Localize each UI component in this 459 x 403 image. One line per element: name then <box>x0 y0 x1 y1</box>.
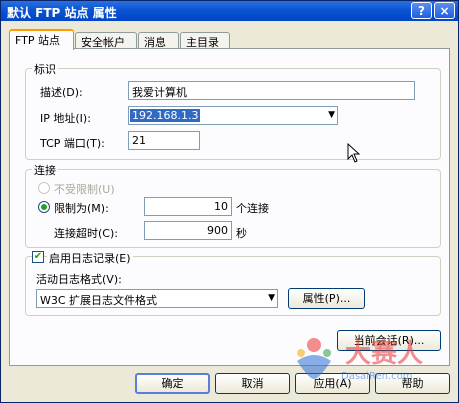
log-format-select[interactable]: W3C 扩展日志文件格式 ▼ <box>36 289 278 308</box>
tab-home-directory[interactable]: 主目录 <box>180 32 230 49</box>
tab-security-accounts[interactable]: 安全帐户 <box>75 32 137 49</box>
ip-address-select[interactable]: 192.168.1.3 ▼ <box>128 106 338 125</box>
timeout-field[interactable]: 900 <box>144 221 232 240</box>
close-button[interactable]: × <box>434 2 455 19</box>
watermark: 大赛人 DasaiRen.com <box>289 331 459 401</box>
unlimited-radio[interactable] <box>38 182 50 194</box>
properties-dialog: 默认 FTP 站点 属性 ? × FTP 站点 安全帐户 消息 主目录 标识 描… <box>0 0 459 403</box>
timeout-unit: 秒 <box>236 227 247 240</box>
watermark-logo-icon <box>297 338 331 379</box>
log-format-label: 活动日志格式(V): <box>36 273 122 286</box>
radio-selected-dot <box>41 204 47 210</box>
tcp-port-field[interactable]: 21 <box>128 131 200 150</box>
cancel-button[interactable]: 取消 <box>215 373 290 394</box>
tcp-port-label: TCP 端口(T): <box>40 137 105 150</box>
help-title-button[interactable]: ? <box>411 2 432 19</box>
description-label: 描述(D): <box>40 86 83 99</box>
description-field[interactable]: 我爱计算机 <box>128 81 415 100</box>
dropdown-arrow-icon: ▼ <box>268 293 275 303</box>
enable-logging-checkbox[interactable]: ✔ <box>32 251 44 263</box>
connections-group-title: 连接 <box>32 162 58 178</box>
logging-group: ✔ 启用日志记录(E) 活动日志格式(V): W3C 扩展日志文件格式 ▼ 属性… <box>25 250 441 316</box>
identification-group-title: 标识 <box>32 61 58 77</box>
title-bar[interactable]: 默认 FTP 站点 属性 ? × <box>1 1 458 21</box>
log-format-value: W3C 扩展日志文件格式 <box>40 294 158 307</box>
ip-address-value: 192.168.1.3 <box>130 109 201 122</box>
window-title: 默认 FTP 站点 属性 <box>7 6 117 20</box>
tab-panel: 标识 描述(D): 我爱计算机 IP 地址(I): 192.168.1.3 ▼ … <box>9 48 450 366</box>
unlimited-label: 不受限制(U) <box>54 183 115 196</box>
ip-address-label: IP 地址(I): <box>40 112 91 125</box>
dropdown-arrow-icon: ▼ <box>328 110 335 120</box>
mouse-cursor-icon <box>347 143 361 163</box>
watermark-url: DasaiRen.com <box>341 371 413 382</box>
identification-group: 标识 描述(D): 我爱计算机 IP 地址(I): 192.168.1.3 ▼ … <box>25 61 441 160</box>
log-properties-button[interactable]: 属性(P)... <box>288 288 365 309</box>
connection-limit-unit: 个连接 <box>236 202 269 215</box>
ok-button[interactable]: 确定 <box>135 373 210 394</box>
connections-group: 连接 不受限制(U) 限制为(M): 10 个连接 连接超时(C): 900 秒 <box>25 162 441 248</box>
watermark-text: 大赛人 <box>345 339 424 369</box>
limited-label: 限制为(M): <box>54 202 109 215</box>
enable-logging-label: 启用日志记录(E) <box>47 250 133 266</box>
tab-messages[interactable]: 消息 <box>138 32 179 49</box>
connection-limit-field[interactable]: 10 <box>144 197 232 216</box>
limited-radio[interactable] <box>38 201 50 213</box>
tab-ftp-site[interactable]: FTP 站点 <box>9 29 74 50</box>
timeout-label: 连接超时(C): <box>54 227 118 240</box>
